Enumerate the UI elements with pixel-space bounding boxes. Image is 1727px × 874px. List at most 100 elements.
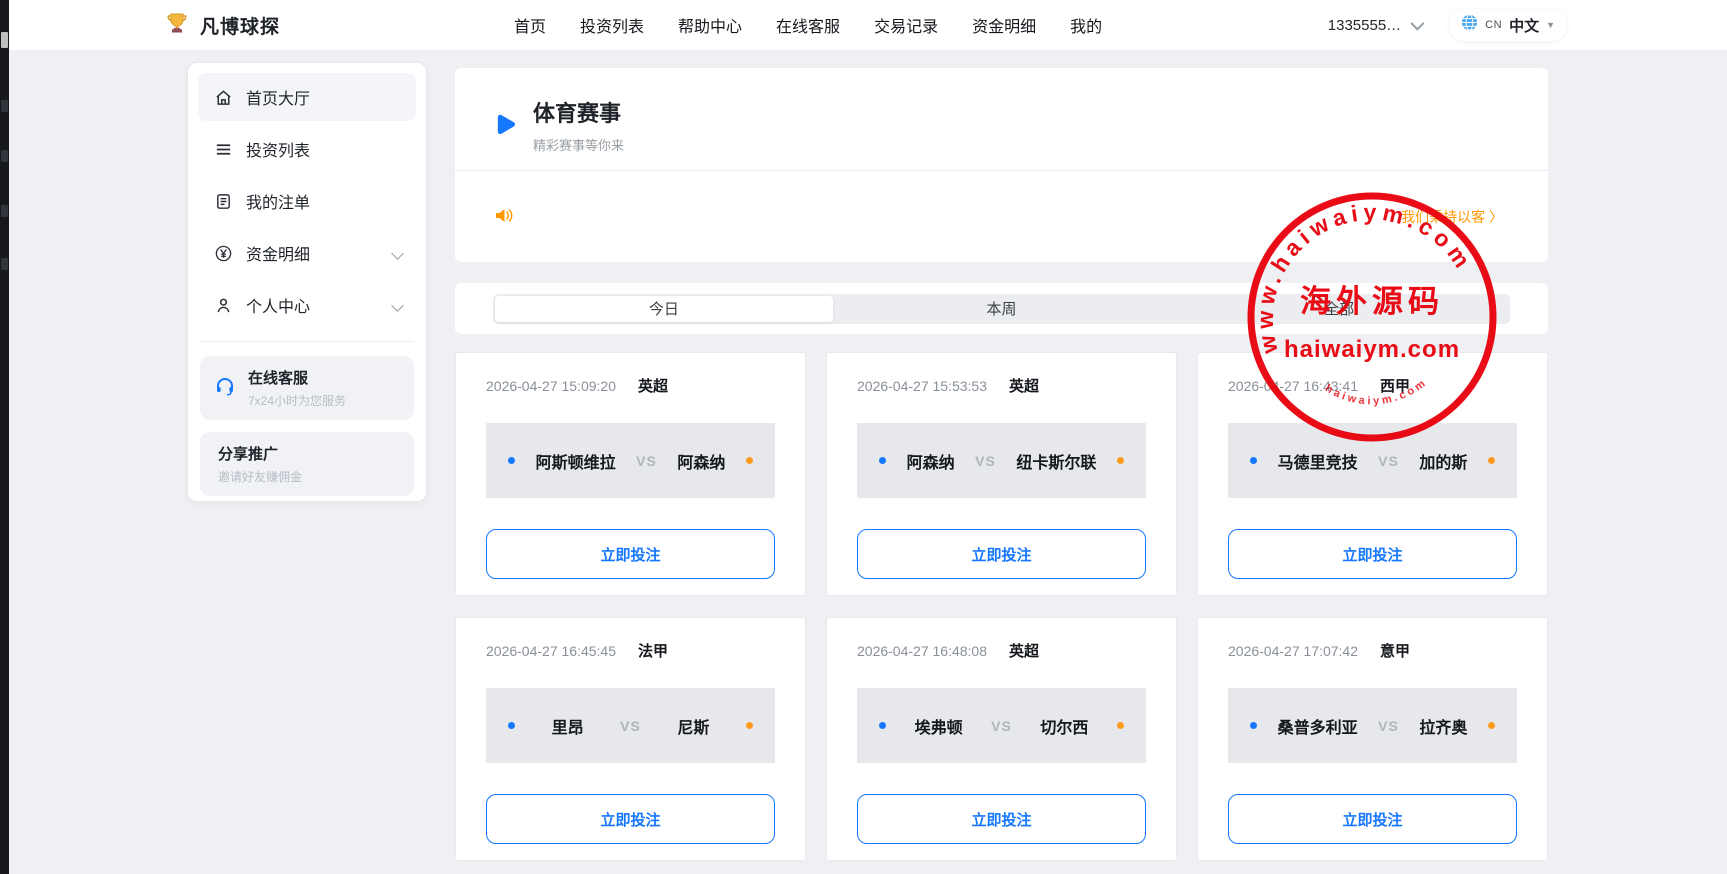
vs-label: VS xyxy=(620,718,641,734)
match-head: 2026-04-27 17:07:42 意甲 xyxy=(1228,640,1410,661)
away-dot-icon xyxy=(1117,722,1124,729)
bet-now-button[interactable]: 立即投注 xyxy=(857,794,1146,844)
away-dot-icon xyxy=(746,722,753,729)
match-datetime: 2026-04-27 16:43:41 xyxy=(1228,378,1358,394)
trophy-icon xyxy=(165,11,189,40)
nav-item[interactable]: 首页 xyxy=(514,13,546,37)
speaker-icon xyxy=(495,207,514,229)
team-row: 埃弗顿 VS 切尔西 xyxy=(857,688,1146,763)
sidebar-item-home[interactable]: 首页大厅 xyxy=(198,73,416,121)
team-row: 马德里竞技 VS 加的斯 xyxy=(1228,423,1517,498)
match-league: 英超 xyxy=(1009,375,1039,396)
match-head: 2026-04-27 15:09:20 英超 xyxy=(486,375,668,396)
vs-label: VS xyxy=(991,718,1012,734)
chevron-down-icon xyxy=(1411,17,1425,31)
sidebar-item-my-bets[interactable]: 我的注单 xyxy=(198,177,416,225)
tab[interactable]: 全部 xyxy=(1170,296,1508,322)
bet-now-button[interactable]: 立即投注 xyxy=(1228,794,1517,844)
home-dot-icon xyxy=(1250,722,1257,729)
nav-item[interactable]: 投资列表 xyxy=(580,13,644,37)
bet-now-button[interactable]: 立即投注 xyxy=(486,794,775,844)
team-row: 桑普多利亚 VS 拉齐奥 xyxy=(1228,688,1517,763)
list-icon xyxy=(214,140,233,159)
home-dot-icon xyxy=(508,722,515,729)
sidebar-item-profile[interactable]: 个人中心 xyxy=(198,281,416,329)
away-team: 切尔西 xyxy=(1040,714,1088,738)
home-team: 里昂 xyxy=(552,714,584,738)
home-icon xyxy=(214,88,233,107)
nav-item[interactable]: 帮助中心 xyxy=(678,13,742,37)
match-datetime: 2026-04-27 16:45:45 xyxy=(486,643,616,659)
match-head: 2026-04-27 16:43:41 西甲 xyxy=(1228,375,1410,396)
brand-title: 凡博球探 xyxy=(200,12,280,39)
sidebar-item-label: 资金明细 xyxy=(246,241,310,265)
match-head: 2026-04-27 16:45:45 法甲 xyxy=(486,640,668,661)
date-filter: 今日 本周 全部 xyxy=(455,283,1548,334)
home-dot-icon xyxy=(879,457,886,464)
match-datetime: 2026-04-27 15:53:53 xyxy=(857,378,987,394)
match-grid: 2026-04-27 15:09:20 英超 阿斯顿维拉 VS 阿森纳 立即投注 xyxy=(455,352,1548,861)
match-card: 2026-04-27 16:45:45 法甲 里昂 VS 尼斯 立即投注 xyxy=(455,617,806,861)
announcement-text: 我们秉持以客 xyxy=(1401,209,1485,225)
language-selector[interactable]: CN 中文 ▼ xyxy=(1449,9,1567,41)
nav-item[interactable]: 在线客服 xyxy=(776,13,840,37)
match-league: 法甲 xyxy=(638,640,668,661)
tab[interactable]: 今日 xyxy=(495,296,833,322)
sidebar-item-invest-list[interactable]: 投资列表 xyxy=(198,125,416,173)
announcement-bar: 我们秉持以客 〉 xyxy=(495,198,1503,238)
header-right: 1335555… CN 中文 ▼ xyxy=(1328,9,1567,41)
customer-service-card[interactable]: 在线客服 7x24小时为您服务 xyxy=(200,356,414,420)
match-card: 2026-04-27 16:43:41 西甲 马德里竞技 VS 加的斯 立即投注 xyxy=(1197,352,1548,596)
sidebar-item-label: 个人中心 xyxy=(246,293,310,317)
match-league: 英超 xyxy=(638,375,668,396)
edge-strip-glyph xyxy=(1,100,8,112)
vs-label: VS xyxy=(636,453,657,469)
nav-item[interactable]: 交易记录 xyxy=(874,13,938,37)
caret-down-icon: ▼ xyxy=(1546,20,1555,30)
bet-now-button[interactable]: 立即投注 xyxy=(1228,529,1517,579)
sidebar-item-label: 首页大厅 xyxy=(246,85,310,109)
brand-logo[interactable]: 凡博球探 xyxy=(165,11,280,40)
nav-item[interactable]: 我的 xyxy=(1070,13,1102,37)
service-title: 在线客服 xyxy=(248,367,346,388)
tab-group: 今日 本周 全部 xyxy=(493,294,1510,324)
share-promo-card[interactable]: 分享推广 邀请好友赚佣金 xyxy=(200,432,414,496)
edge-strip-glyph xyxy=(1,150,8,162)
match-head: 2026-04-27 15:53:53 英超 xyxy=(857,375,1039,396)
home-dot-icon xyxy=(1250,457,1257,464)
nav-item[interactable]: 资金明细 xyxy=(972,13,1036,37)
home-team: 阿森纳 xyxy=(907,449,955,473)
away-team: 拉齐奥 xyxy=(1419,714,1467,738)
match-card: 2026-04-27 17:07:42 意甲 桑普多利亚 VS 拉齐奥 立即投注 xyxy=(1197,617,1548,861)
home-team: 阿斯顿维拉 xyxy=(536,449,616,473)
away-dot-icon xyxy=(1488,722,1495,729)
account-dropdown[interactable]: 1335555… xyxy=(1328,17,1421,34)
announcement-link[interactable]: 我们秉持以客 〉 xyxy=(1401,207,1503,227)
team-row: 里昂 VS 尼斯 xyxy=(486,688,775,763)
play-icon xyxy=(495,111,517,139)
globe-icon xyxy=(1461,14,1478,36)
edge-strip-glyph xyxy=(1,258,8,270)
bet-now-button[interactable]: 立即投注 xyxy=(857,529,1146,579)
service-subtitle: 7x24小时为您服务 xyxy=(248,392,346,409)
home-team: 马德里竞技 xyxy=(1278,449,1358,473)
bet-now-button[interactable]: 立即投注 xyxy=(486,529,775,579)
away-dot-icon xyxy=(1488,457,1495,464)
team-row: 阿斯顿维拉 VS 阿森纳 xyxy=(486,423,775,498)
hero-banner: 体育赛事 精彩赛事等你来 我们秉持以客 〉 xyxy=(455,68,1548,262)
account-number: 1335555… xyxy=(1328,17,1401,34)
chevron-down-icon xyxy=(391,299,404,312)
vs-label: VS xyxy=(1378,718,1399,734)
vs-label: VS xyxy=(1378,453,1399,469)
away-dot-icon xyxy=(746,457,753,464)
language-code: CN xyxy=(1485,19,1502,31)
share-subtitle: 邀请好友赚佣金 xyxy=(218,468,302,485)
match-card: 2026-04-27 15:53:53 英超 阿森纳 VS 纽卡斯尔联 立即投注 xyxy=(826,352,1177,596)
match-card: 2026-04-27 15:09:20 英超 阿斯顿维拉 VS 阿森纳 立即投注 xyxy=(455,352,806,596)
sidebar-item-funds[interactable]: 资金明细 xyxy=(198,229,416,277)
edge-strip xyxy=(0,0,9,874)
tab[interactable]: 本周 xyxy=(833,296,1171,322)
match-datetime: 2026-04-27 15:09:20 xyxy=(486,378,616,394)
match-head: 2026-04-27 16:48:08 英超 xyxy=(857,640,1039,661)
home-dot-icon xyxy=(879,722,886,729)
